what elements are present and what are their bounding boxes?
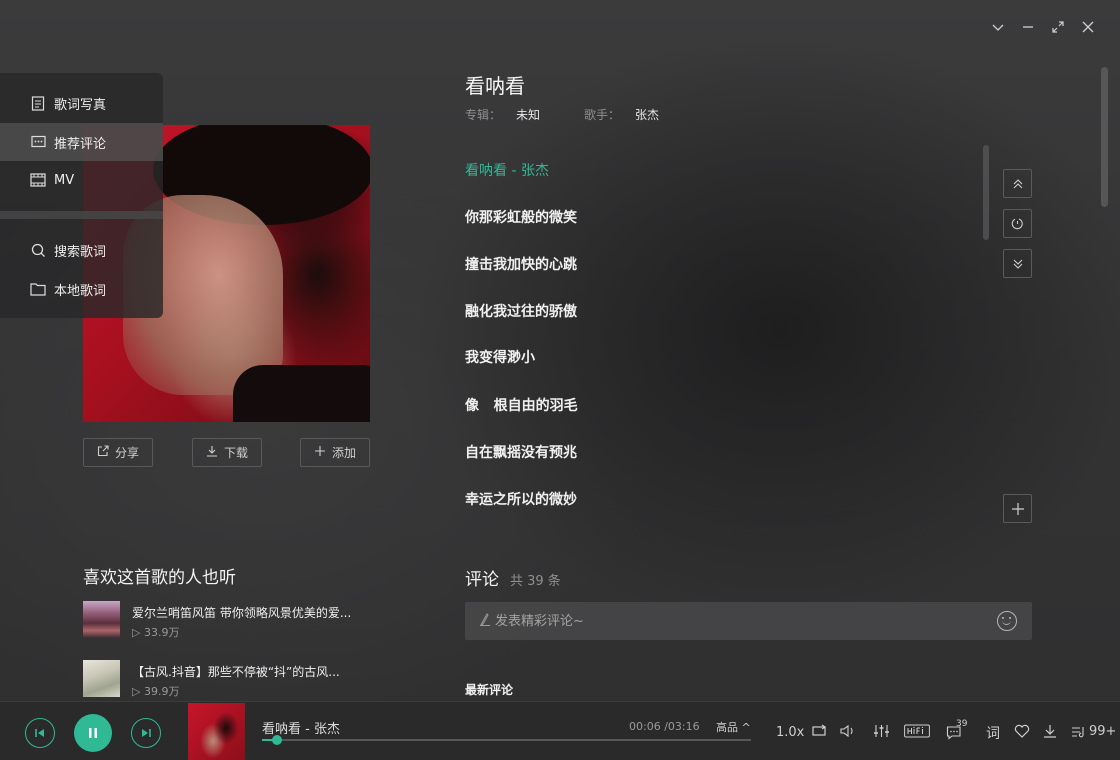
artist-label: 歌手： (584, 108, 621, 122)
download-icon (206, 445, 218, 460)
collapse-icon[interactable] (987, 16, 1009, 38)
album-label: 专辑： (465, 108, 502, 122)
lyric-line-current: 看呐看 - 张杰 (465, 163, 549, 179)
double-chevron-down-icon (1013, 259, 1022, 269)
previous-button[interactable] (25, 718, 55, 748)
lyric-line: 像 根自由的羽毛 (465, 398, 578, 414)
menu-recommend-comments[interactable]: 推荐评论 (0, 123, 163, 161)
play-count: ▷ 39.9万 (132, 685, 180, 698)
folder-icon (30, 281, 46, 297)
comments-title: 评论 (465, 570, 499, 590)
now-playing-title[interactable]: 看呐看 - 张杰 (262, 718, 340, 737)
share-label: 分享 (114, 446, 139, 460)
menu-label: 歌词写真 (54, 97, 107, 113)
menu-label: 推荐评论 (54, 136, 107, 152)
playback-time: 00:06 /03:16 (629, 720, 700, 733)
recommend-title: 喜欢这首歌的人也听 (83, 568, 236, 588)
emoji-icon[interactable] (997, 611, 1017, 631)
playlist-count: 99+ (1089, 724, 1117, 739)
menu-local-lyrics[interactable]: 本地歌词 (0, 270, 163, 308)
side-menu: 歌词写真 推荐评论 MV 搜索歌词 本地歌词 (0, 73, 163, 318)
add-label: 添加 (331, 446, 356, 460)
hifi-icon[interactable] (904, 724, 930, 738)
lyric-line: 撞击我加快的心跳 (465, 257, 577, 273)
progress-handle[interactable] (272, 735, 283, 745)
comments-count: 共 39 条 (510, 574, 561, 589)
plus-icon (314, 445, 326, 460)
share-button[interactable]: 分享 (83, 438, 153, 467)
download-label: 下载 (223, 446, 248, 460)
pause-icon (89, 728, 97, 738)
playlist-thumbnail (83, 601, 120, 638)
film-icon (30, 172, 46, 188)
reset-icon (1011, 218, 1023, 230)
search-icon (30, 242, 46, 258)
playlist-icon (1072, 726, 1084, 737)
double-chevron-up-icon (1013, 178, 1022, 188)
lyric-line: 自在飘摇没有预兆 (465, 445, 577, 461)
comment-count-badge: 39 (956, 719, 968, 729)
playlist-name: 【古风.抖音】那些不停被“抖”的古风... (132, 665, 340, 679)
menu-label: 本地歌词 (54, 283, 107, 299)
album-name[interactable]: 未知 (516, 106, 540, 123)
download-button[interactable]: 下载 (192, 438, 262, 467)
loop-icon[interactable] (811, 724, 827, 738)
previous-icon (35, 729, 44, 737)
playlist-name: 爱尔兰哨笛风笛 带你领略风景优美的爱... (132, 606, 352, 620)
lyric-toggle-button[interactable]: 词 (986, 723, 1000, 743)
list-item[interactable]: 爱尔兰哨笛风笛 带你领略风景优美的爱... ▷ 33.9万 (83, 601, 383, 641)
comment-icon (30, 134, 46, 150)
lyric-line: 你那彩虹般的微笑 (465, 210, 577, 226)
play-count-value: 33.9万 (143, 626, 180, 639)
pause-button[interactable] (74, 714, 112, 752)
now-playing-cover[interactable] (188, 703, 245, 760)
plus-icon (1011, 502, 1024, 515)
menu-label: MV (54, 172, 75, 188)
menu-divider (0, 211, 163, 219)
add-button[interactable]: 添加 (300, 438, 370, 467)
lyric-speed-up-button[interactable] (1003, 169, 1032, 198)
volume-icon[interactable] (839, 724, 856, 738)
equalizer-icon[interactable] (873, 724, 890, 738)
progress-bar[interactable] (262, 735, 751, 745)
song-title: 看呐看 (465, 74, 525, 98)
playlist-thumbnail (83, 660, 120, 697)
heart-icon[interactable] (1014, 724, 1030, 738)
menu-label: 搜索歌词 (54, 244, 107, 260)
speed-button[interactable]: 1.0x (776, 725, 804, 740)
next-icon (142, 729, 151, 737)
comment-box[interactable] (465, 602, 1032, 640)
play-count: ▷ 33.9万 (132, 626, 180, 639)
list-item[interactable]: 【古风.抖音】那些不停被“抖”的古风... ▷ 39.9万 (83, 660, 383, 700)
menu-lyric-photo[interactable]: 歌词写真 (0, 84, 163, 122)
document-icon (30, 95, 46, 111)
expand-lyrics-button[interactable] (1003, 494, 1032, 523)
next-button[interactable] (131, 718, 161, 748)
comment-input[interactable] (495, 611, 975, 631)
page-scrollbar[interactable] (1101, 67, 1108, 207)
download-icon[interactable] (1043, 724, 1057, 738)
close-icon[interactable] (1077, 16, 1099, 38)
fullscreen-icon[interactable] (1047, 16, 1069, 38)
lyric-reset-button[interactable] (1003, 209, 1032, 238)
lyric-line: 幸运之所以的微妙 (465, 492, 577, 508)
lyrics-scrollbar[interactable] (983, 145, 989, 240)
lyric-line: 融化我过往的骄傲 (465, 304, 577, 320)
artist-name[interactable]: 张杰 (635, 106, 659, 123)
share-icon (97, 445, 109, 460)
newest-comments-heading: 最新评论 (465, 683, 514, 697)
playlist-button[interactable]: 99+ (1071, 724, 1116, 739)
minimize-icon[interactable] (1017, 16, 1039, 38)
play-count-value: 39.9万 (143, 685, 180, 698)
menu-search-lyrics[interactable]: 搜索歌词 (0, 231, 163, 269)
player-bar: 看呐看 - 张杰 00:06 /03:16 高品 ^ 1.0x 39 词 99+ (0, 701, 1120, 760)
menu-mv[interactable]: MV (0, 161, 163, 199)
pen-icon (479, 613, 491, 630)
quality-selector[interactable]: 高品 ^ (716, 719, 751, 735)
lyric-slow-down-button[interactable] (1003, 249, 1032, 278)
lyric-line: 我变得渺小 (465, 350, 535, 366)
